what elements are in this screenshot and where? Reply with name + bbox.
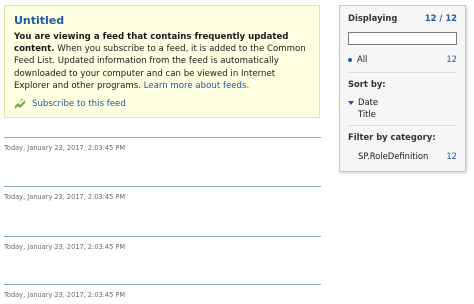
feed-item: Today, January 23, 2017, 2:03:45 PM [4, 186, 321, 201]
filter-all-count: 12 [446, 54, 457, 64]
sort-descending-icon [348, 100, 354, 105]
feed-item-divider [4, 137, 321, 138]
filter-category-label: Filter by category: [348, 132, 436, 142]
sort-title-option[interactable]: Title [358, 109, 376, 119]
displaying-label: Displaying [348, 13, 398, 23]
filter-all-label[interactable]: All [357, 54, 367, 64]
selected-dot-icon [348, 57, 352, 62]
panel-divider [348, 72, 457, 73]
feed-filter-panel: Displaying 12 / 12 All 12 Sort by: Date … [339, 5, 466, 172]
subscribe-link[interactable]: Subscribe to this feed [14, 98, 126, 110]
feed-item-timestamp: Today, January 23, 2017, 2:03:45 PM [4, 291, 126, 299]
filter-all-item[interactable]: All [348, 54, 367, 64]
feed-item-divider [4, 186, 321, 187]
feed-info-banner: Untitled You are viewing a feed that con… [4, 5, 320, 118]
sort-by-label: Sort by: [348, 79, 386, 89]
feed-item: Today, January 23, 2017, 2:03:45 PM [4, 137, 321, 152]
feed-item-timestamp: Today, January 23, 2017, 2:03:45 PM [4, 144, 126, 152]
subscribe-label[interactable]: Subscribe to this feed [32, 99, 126, 109]
learn-more-link[interactable]: Learn more about feeds. [144, 81, 250, 91]
feed-item-timestamp: Today, January 23, 2017, 2:03:45 PM [4, 243, 126, 251]
category-item[interactable]: SP.RoleDefinition [358, 151, 428, 161]
feed-subscribe-icon [14, 98, 26, 110]
feed-item: Today, January 23, 2017, 2:03:45 PM [4, 236, 321, 251]
feed-item-divider [4, 284, 321, 285]
sort-date-option[interactable]: Date [348, 97, 378, 107]
displaying-count: 12 / 12 [424, 13, 457, 23]
feed-item-divider [4, 236, 321, 237]
feed-item: Today, January 23, 2017, 2:03:45 PM [4, 284, 321, 299]
feed-item-timestamp: Today, January 23, 2017, 2:03:45 PM [4, 193, 126, 201]
feed-title: Untitled [14, 14, 65, 27]
feed-description: You are viewing a feed that contains fre… [14, 31, 311, 92]
panel-divider [348, 125, 457, 126]
search-input[interactable] [348, 32, 457, 45]
category-count: 12 [446, 151, 457, 161]
sort-date-label[interactable]: Date [358, 97, 378, 107]
